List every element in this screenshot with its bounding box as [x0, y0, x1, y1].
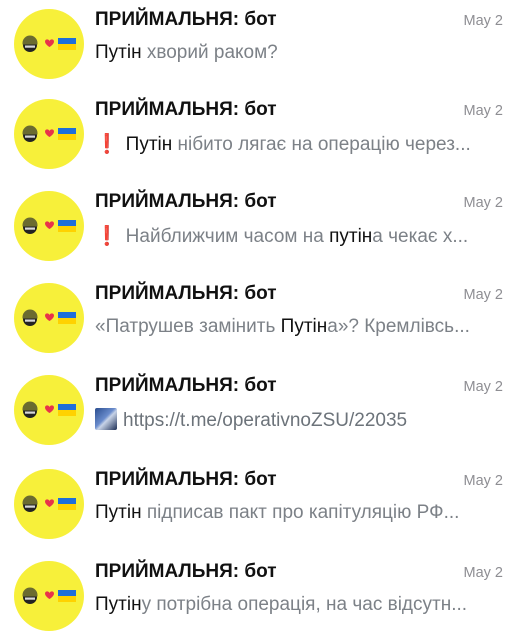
exclamation-icon: ❗	[95, 134, 119, 155]
soldier-heart-flag-icon	[22, 309, 76, 326]
preview-text: «Патрушев замінить	[95, 316, 281, 337]
link-thumbnail	[95, 408, 117, 430]
message-preview: «Патрушев замінить Путіна»? Кремлівсь...	[95, 316, 505, 338]
avatar	[14, 375, 84, 445]
soldier-heart-flag-icon	[22, 35, 76, 52]
chat-row[interactable]: ПРИЙМАЛЬНЯ: бот May 2 Путін хворий раком…	[0, 6, 519, 99]
message-preview: https://t.me/operativnoZSU/22035	[95, 408, 505, 432]
avatar	[14, 191, 84, 261]
chat-row[interactable]: ПРИЙМАЛЬНЯ: бот May 2 https://t.me/opera…	[0, 372, 519, 465]
chat-date: May 2	[463, 379, 504, 395]
chat-row[interactable]: ПРИЙМАЛЬНЯ: бот May 2 ❗ Найближчим часом …	[0, 188, 519, 281]
chat-date: May 2	[463, 103, 504, 119]
preview-text: а чекає х...	[372, 226, 469, 247]
search-highlight: Путін	[95, 594, 142, 615]
search-highlight: путін	[329, 226, 373, 247]
chat-date: May 2	[463, 565, 504, 581]
search-highlight: Путін	[125, 134, 173, 155]
chat-title: ПРИЙМАЛЬНЯ: бот	[95, 283, 277, 304]
soldier-heart-flag-icon	[22, 125, 76, 142]
preview-text: а»? Кремлівсь...	[327, 316, 470, 337]
soldier-heart-flag-icon	[22, 401, 76, 418]
chat-title: ПРИЙМАЛЬНЯ: бот	[95, 191, 277, 212]
chat-row[interactable]: ПРИЙМАЛЬНЯ: бот May 2 ❗ Путін нібито ляга…	[0, 96, 519, 189]
chat-row[interactable]: ПРИЙМАЛЬНЯ: бот May 2 «Патрушев замінить…	[0, 280, 519, 373]
chat-title: ПРИЙМАЛЬНЯ: бот	[95, 99, 277, 120]
avatar	[14, 469, 84, 539]
chat-title: ПРИЙМАЛЬНЯ: бот	[95, 561, 277, 582]
chat-date: May 2	[463, 287, 504, 303]
avatar	[14, 561, 84, 631]
message-preview: Путіну потрібна операція, на час відсутн…	[95, 594, 505, 616]
avatar	[14, 99, 84, 169]
search-highlight: Путін	[95, 502, 142, 523]
preview-text: Найближчим часом на	[125, 226, 330, 247]
message-preview: Путін хворий раком?	[95, 42, 505, 64]
preview-text: хворий раком?	[141, 42, 278, 63]
search-highlight: Путін	[280, 316, 328, 337]
chat-date: May 2	[463, 473, 504, 489]
soldier-heart-flag-icon	[22, 217, 76, 234]
search-highlight: Путін	[95, 42, 142, 63]
soldier-heart-flag-icon	[22, 495, 76, 512]
chat-date: May 2	[463, 13, 504, 29]
chat-search-results-list: ПРИЙМАЛЬНЯ: бот May 2 Путін хворий раком…	[0, 0, 519, 631]
soldier-heart-flag-icon	[22, 587, 76, 604]
preview-text: у потрібна операція, на час відсутн...	[141, 594, 468, 615]
preview-text: нібито лягає на операцію через...	[172, 134, 471, 155]
chat-title: ПРИЙМАЛЬНЯ: бот	[95, 9, 277, 30]
chat-row[interactable]: ПРИЙМАЛЬНЯ: бот May 2 Путін підписав пак…	[0, 466, 519, 559]
chat-date: May 2	[463, 195, 504, 211]
exclamation-icon: ❗	[95, 226, 119, 247]
chat-title: ПРИЙМАЛЬНЯ: бот	[95, 469, 277, 490]
preview-text: підписав пакт про капітуляцію РФ...	[141, 502, 460, 523]
message-preview: ❗ Найближчим часом на путіна чекає х...	[95, 224, 505, 248]
avatar	[14, 9, 84, 79]
preview-link[interactable]: https://t.me/operativnoZSU/22035	[123, 410, 407, 431]
message-preview: Путін підписав пакт про капітуляцію РФ..…	[95, 502, 505, 524]
avatar	[14, 283, 84, 353]
chat-row[interactable]: ПРИЙМАЛЬНЯ: бот May 2 Путіну потрібна оп…	[0, 558, 519, 631]
message-preview: ❗ Путін нібито лягає на операцію через...	[95, 132, 505, 156]
chat-title: ПРИЙМАЛЬНЯ: бот	[95, 375, 277, 396]
